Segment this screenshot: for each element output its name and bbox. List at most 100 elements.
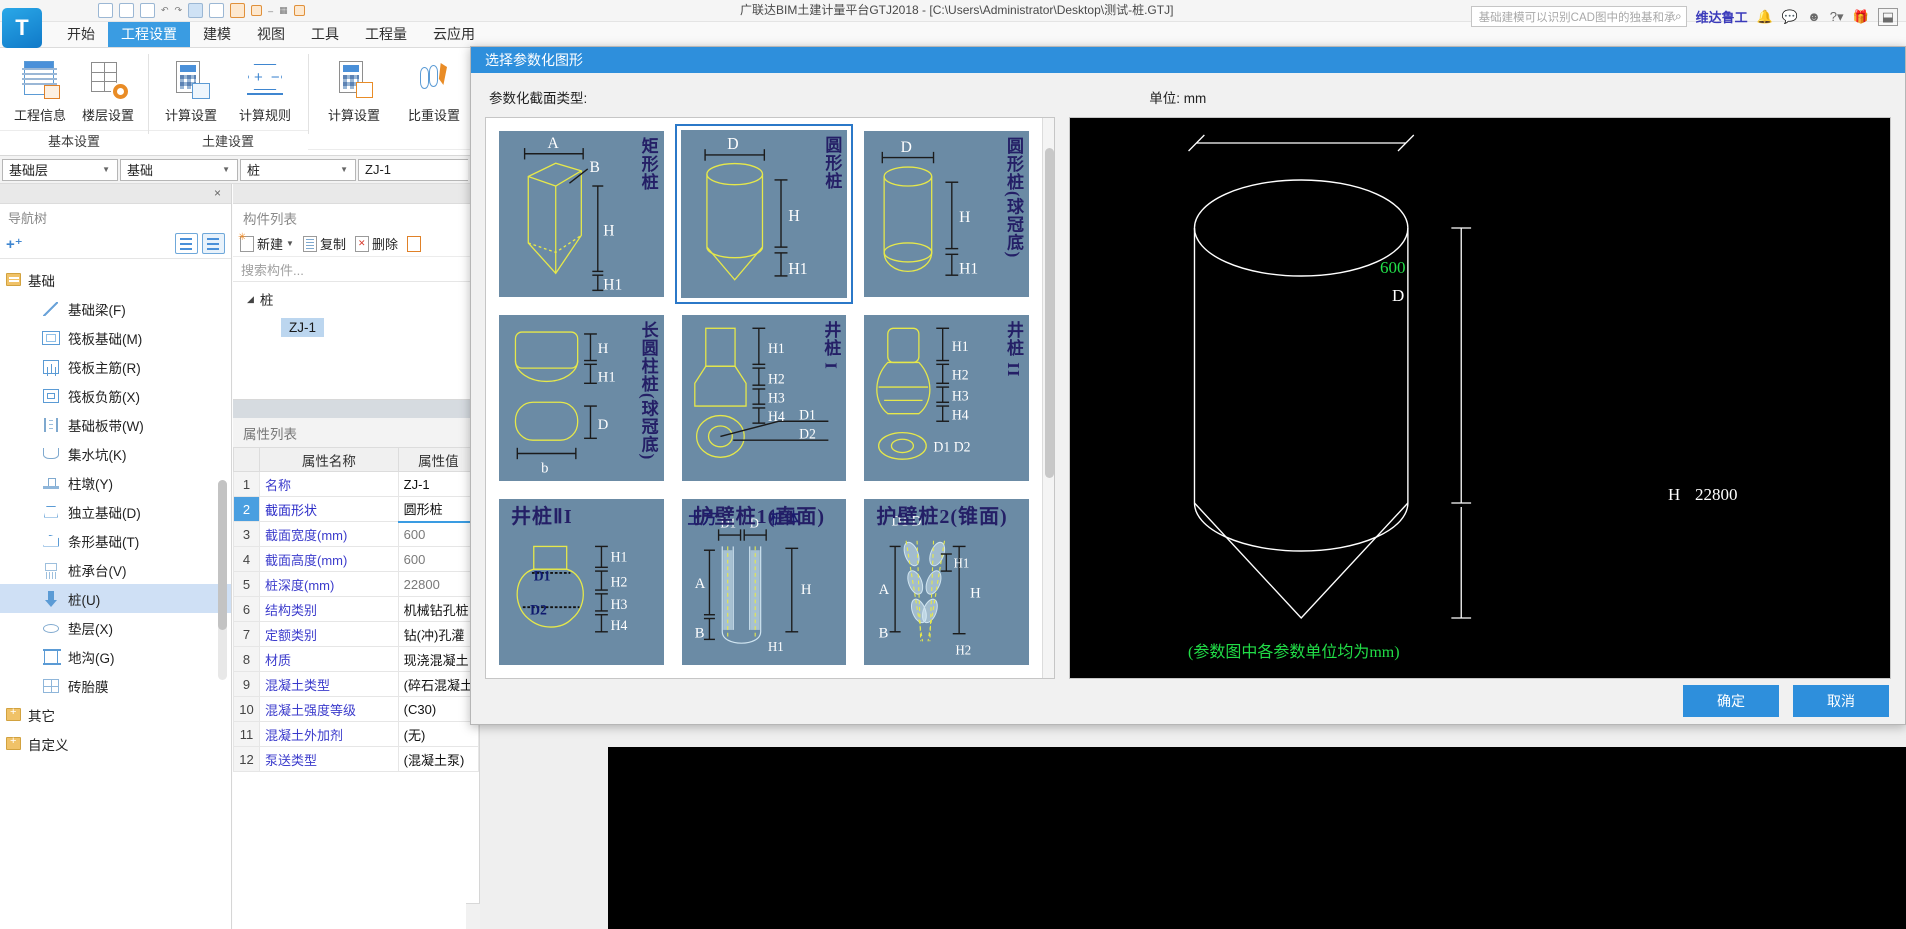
search-icon[interactable]: ⌕ [1675, 9, 1682, 24]
sidebar-item-foundation-beam[interactable]: 基础梁(F) [0, 294, 231, 323]
add-group-icon[interactable]: +⁺ [6, 235, 23, 253]
message-icon[interactable]: 💬 [1782, 9, 1798, 25]
sidebar-item-foundation-strip[interactable]: 基础板带(W) [0, 410, 231, 439]
cancel-button[interactable]: 取消 [1793, 685, 1889, 718]
row-property-value[interactable]: 600 [397, 521, 480, 547]
copy-component-button[interactable]: 复制 [300, 233, 349, 254]
shape-option-oblong-column[interactable]: H H1 D b 长圆柱桩(球冠底) [492, 307, 671, 488]
cad-import-icon[interactable] [209, 3, 225, 18]
tab-project-settings[interactable]: 工程设置 [108, 22, 190, 47]
ribbon-button-weight-settings[interactable]: 比重设置 [394, 53, 474, 124]
row-property-value[interactable]: 600 [397, 546, 480, 572]
sidebar-item-brick-formwork[interactable]: 砖胎膜 [0, 671, 231, 700]
sidebar-item-pile[interactable]: 桩(U) [0, 584, 231, 613]
shape-preview-pane[interactable]: 600 D H 22800 H1 0 (参数图中各参数单位均为mm) [1069, 116, 1891, 679]
gift-icon[interactable]: 🎁 [1853, 9, 1869, 25]
sidebar-item-raft-negative-rebar[interactable]: 筏板负筋(X) [0, 381, 231, 410]
component-selector[interactable]: ZJ-1 [358, 158, 468, 181]
shape-grid-scrollbar[interactable] [1042, 117, 1054, 678]
tree-folder-other[interactable]: 其它 [0, 700, 231, 729]
tab-tools[interactable]: 工具 [298, 22, 352, 47]
table-row[interactable]: 2 截面形状 圆形桩 [233, 496, 480, 523]
chevron-down-icon[interactable]: ▼ [335, 165, 353, 174]
row-property-value[interactable]: (C30) [397, 696, 480, 722]
sidebar-item-pile-cap[interactable]: 桩承台(V) [0, 555, 231, 584]
restore-icon[interactable]: ⬓ [1877, 7, 1898, 26]
table-row[interactable]: 12 泵送类型 (混凝土泵) [233, 746, 480, 772]
row-property-value[interactable]: 圆形桩 [397, 496, 480, 523]
property-scrollbar[interactable] [218, 480, 227, 680]
grid-toggle-icon[interactable]: ▦ [279, 5, 288, 16]
ribbon-button-calc-settings-2[interactable]: 计算设置 [314, 53, 394, 124]
help-icon[interactable]: ?▾ [1830, 9, 1844, 25]
chevron-down-icon[interactable]: ▼ [286, 239, 294, 248]
table-row[interactable]: 4 截面高度(mm) 600 [233, 546, 480, 572]
sidebar-item-raft-foundation[interactable]: 筏板基础(M) [0, 323, 231, 352]
shape-option-retaining-pile-1[interactable]: D1 D A B H H1 土方 桩体 护壁桩1(直面) [674, 491, 854, 672]
tab-cloud-apps[interactable]: 云应用 [420, 22, 488, 47]
tree-folder-custom[interactable]: 自定义 [0, 729, 231, 758]
table-row[interactable]: 11 混凝土外加剂 (无) [233, 721, 480, 747]
sidebar-item-raft-main-rebar[interactable]: 筏板主筋(R) [0, 352, 231, 381]
component-search-input[interactable]: 搜索构件... [233, 257, 479, 282]
category-selector[interactable]: 基础 ▼ [120, 158, 238, 181]
shape-option-well-pile-3[interactable]: D1 D2 H1 H2 H3 H4 井桩ⅡI [492, 491, 671, 672]
confirm-button[interactable]: 确定 [1683, 685, 1779, 718]
tree-root-foundation[interactable]: 基础 [0, 265, 231, 294]
detail-view-icon[interactable] [202, 233, 225, 254]
table-row[interactable]: 8 材质 现浇混凝土 [233, 646, 480, 672]
layer-icon[interactable] [188, 3, 204, 18]
chevron-down-icon[interactable]: ▼ [97, 165, 115, 174]
shape-option-rect-pile[interactable]: A B H H1 矩形桩 [492, 123, 671, 304]
table-row[interactable]: 6 结构类别 机械钻孔桩 [233, 596, 480, 622]
new-component-button[interactable]: 新建 ▼ [237, 232, 297, 254]
sidebar-item-column-pier[interactable]: 柱墩(Y) [0, 468, 231, 497]
canvas-viewport[interactable] [608, 747, 1906, 929]
row-property-value[interactable]: ZJ-1 [397, 471, 480, 497]
floor-selector[interactable]: 基础层 ▼ [2, 158, 118, 181]
row-property-value[interactable]: 机械钻孔桩 [397, 596, 480, 622]
close-icon[interactable]: × [214, 186, 221, 200]
scrollbar-thumb[interactable] [218, 480, 227, 630]
search-input[interactable]: 基础建模可以识别CAD图中的独基和承台吗? [1479, 9, 1675, 25]
shape-option-retaining-pile-2[interactable]: D1 D A B H1 H H2 护壁桩2(锥面) [857, 491, 1036, 672]
more-options-button[interactable] [404, 235, 424, 253]
settings-small-icon[interactable] [293, 5, 305, 16]
shape-option-circle-pile[interactable]: D H H1 圆形桩 [674, 123, 854, 304]
tab-start[interactable]: 开始 [54, 22, 108, 47]
shape-option-well-pile-2[interactable]: H1 H2 H3 H4 D1 D2 井桩 II [857, 307, 1036, 488]
row-property-value[interactable]: 现浇混凝土 [397, 646, 480, 672]
table-row[interactable]: 1 名称 ZJ-1 [233, 471, 480, 497]
list-view-icon[interactable] [175, 233, 198, 254]
sidebar-item-sump-pit[interactable]: 集水坑(K) [0, 439, 231, 468]
row-property-value[interactable]: (混凝土泵) [397, 746, 480, 772]
shape-option-circle-pile-spherical[interactable]: D H H1 圆形桩(球冠底) [857, 123, 1036, 304]
chevron-down-icon[interactable]: ▼ [217, 165, 235, 174]
shape-option-well-pile-1[interactable]: H1 H2 H3 H4 D1 D2 井桩 I [674, 307, 854, 488]
new-file-icon[interactable] [98, 3, 113, 18]
component-item-zj1[interactable]: ZJ-1 [281, 318, 324, 337]
sidebar-item-strip-footing[interactable]: 条形基础(T) [0, 526, 231, 555]
sidebar-item-isolated-footing[interactable]: 独立基础(D) [0, 497, 231, 526]
ribbon-button-calc-rules[interactable]: + − 计算规则 [228, 53, 302, 124]
search-box[interactable]: 基础建模可以识别CAD图中的独基和承台吗? ⌕ [1470, 6, 1687, 27]
tab-quantity[interactable]: 工程量 [352, 22, 420, 47]
undo-icon[interactable]: ↶ [161, 5, 169, 16]
bell-icon[interactable]: 🔔 [1757, 9, 1773, 25]
row-property-value[interactable]: 22800 [397, 571, 480, 597]
table-row[interactable]: 9 混凝土类型 (碎石混凝土 [233, 671, 480, 697]
open-file-icon[interactable] [119, 3, 134, 18]
sidebar-item-trench[interactable]: 地沟(G) [0, 642, 231, 671]
ribbon-button-calc-settings[interactable]: 计算设置 [154, 53, 228, 124]
table-row[interactable]: 7 定额类别 钻(冲)孔灌 [233, 621, 480, 647]
row-property-value[interactable]: 钻(冲)孔灌 [397, 621, 480, 647]
save-icon[interactable] [140, 3, 155, 18]
scrollbar-thumb[interactable] [1045, 147, 1054, 478]
chevron-down-icon[interactable]: ◢ [247, 294, 254, 305]
table-row[interactable]: 3 截面宽度(mm) 600 [233, 521, 480, 547]
redo-icon[interactable]: ↷ [175, 5, 183, 16]
row-property-value[interactable]: (无) [397, 721, 480, 747]
table-row[interactable]: 5 桩深度(mm) 22800 [233, 571, 480, 597]
table-row[interactable]: 10 混凝土强度等级 (C30) [233, 696, 480, 722]
user-icon[interactable]: ☻ [1807, 9, 1821, 24]
